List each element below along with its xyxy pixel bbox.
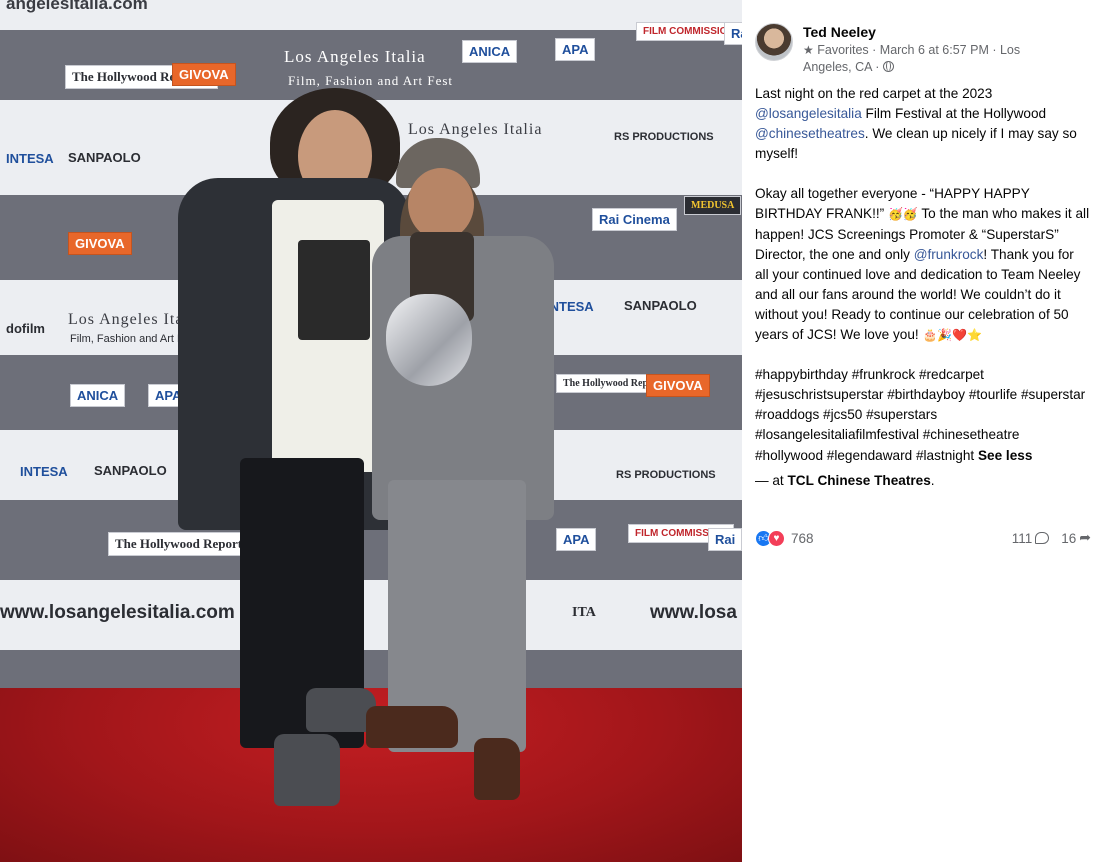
banner-anica-logo-2: ANICA [70, 384, 126, 407]
post-photo[interactable]: angelesitalia.com Los Angeles Italia Fil… [0, 0, 742, 862]
author-name[interactable]: Ted Neeley [803, 23, 1043, 41]
post-timestamp[interactable]: March 6 at 6:57 PM [880, 43, 989, 57]
reactions-count[interactable]: 768 [791, 531, 814, 546]
banner-sanpaolo-logo-2: SANPAOLO [624, 298, 697, 313]
award-mask [386, 294, 472, 386]
banner-givova-logo: GIVOVA [172, 63, 236, 86]
banner-apa-logo: APA [555, 38, 596, 61]
banner-rs-productions-logo: RS PRODUCTIONS [614, 131, 714, 143]
banner-la-italia-logo-2: Los Angeles Italia [408, 121, 543, 138]
mention-losangelesitalia[interactable]: @losangelesitalia [755, 106, 862, 121]
mention-frunkrock[interactable]: @frunkrock [914, 247, 984, 262]
comments-count: 111 [1011, 530, 1033, 546]
banner-rai-logo-2: Rai [708, 528, 742, 551]
share-icon: ➦ [1079, 530, 1091, 546]
comments-stat[interactable]: 111 [1012, 531, 1050, 546]
favorites-star-icon: ★ [803, 43, 814, 57]
globe-icon [882, 61, 894, 72]
post-paragraph-1: Last night on the red carpet at the 2023… [755, 86, 1077, 162]
banner-intesa-logo-3: INTESA [20, 464, 68, 479]
comment-icon [1035, 532, 1050, 544]
audience-label: Favorites [817, 43, 869, 57]
post-hashtags: #happybirthday #frunkrock #redcarpet #je… [755, 367, 1086, 463]
banner-givova-logo-2: GIVOVA [68, 232, 132, 255]
banner-rs-productions-logo-2: RS PRODUCTIONS [616, 469, 716, 481]
banner-apa-logo-3: APA [556, 528, 597, 551]
banner-url-bottom: www.losangelesitalia.com [0, 602, 235, 623]
post-sidebar: Ted Neeley ★ Favorites · March 6 at 6:57… [742, 0, 1103, 862]
author-avatar[interactable] [755, 23, 793, 61]
banner-ita-logo: ITA [572, 605, 596, 620]
banner-intesa-logo: INTESA [6, 151, 54, 166]
banner-url-bottom-right: www.losa [650, 602, 737, 623]
post-header: Ted Neeley ★ Favorites · March 6 at 6:57… [755, 18, 1089, 76]
post-meta-line: ★ Favorites · March 6 at 6:57 PM · Los A… [803, 43, 1021, 74]
banner-hollywood-reporter-logo-3: The Hollywood Reporter [108, 532, 261, 556]
banner-medusa-logo: MEDUSA [684, 196, 742, 215]
checkin-line: — at TCL Chinese Theatres. [755, 472, 935, 488]
banner-sanpaolo-logo-3: SANPAOLO [94, 463, 167, 478]
celebration-emojis: 🎂🎉❤️⭐ [922, 328, 983, 343]
see-less-link[interactable]: See less [978, 448, 1032, 463]
banner-rai-logo: Rai [724, 22, 742, 45]
banner-la-italia-logo: Los Angeles Italia [284, 47, 426, 66]
checkin-place-link[interactable]: TCL Chinese Theatres [787, 473, 930, 488]
banner-sanpaolo-logo: SANPAOLO [68, 150, 141, 165]
banner-url-top: angelesitalia.com [6, 0, 148, 13]
post-paragraph-2: Okay all together everyone - “HAPPY HAPP… [755, 186, 1090, 343]
love-reaction-icon[interactable]: ♥ [768, 529, 785, 547]
banner-fest-line: Film, Fashion and Art Fest [288, 73, 454, 88]
shares-stat[interactable]: 16 ➦ [1061, 530, 1091, 546]
banner-anica-logo: ANICA [462, 40, 518, 63]
mention-chinesetheatres[interactable]: @chinesetheatres [755, 126, 865, 141]
reactions-bar: 👍︎ ♥ 768 111 16 ➦ [755, 527, 1091, 549]
banner-dofilm-logo: dofilm [6, 321, 45, 336]
post-body: Last night on the red carpet at the 2023… [755, 84, 1090, 491]
banner-rai-cinema-logo: Rai Cinema [592, 208, 677, 231]
banner-givova-logo-3: GIVOVA [646, 374, 710, 397]
shares-count: 16 [1061, 530, 1077, 546]
party-face-emoji: 🥳🥳 [887, 207, 918, 222]
